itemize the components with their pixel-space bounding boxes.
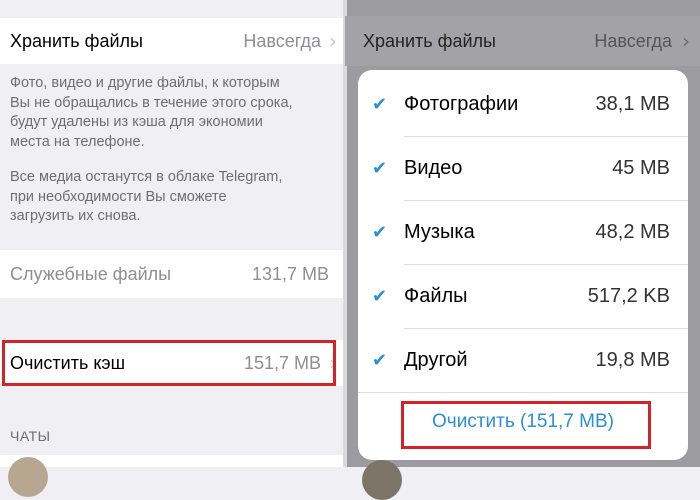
cache-description-2: Все медиа останутся в облаке Telegram, п… [10,169,283,224]
clear-cache-sheet: ✔ Фотографии 38,1 MB ✔ Видео 45 MB ✔ Муз… [358,70,688,460]
option-label: Другой [404,348,468,371]
clear-cache-value: 151,7 MB [243,352,321,373]
option-label: Видео [404,156,463,179]
option-separator [358,392,688,393]
option-other[interactable]: ✔ Другой 19,8 MB [358,328,688,392]
keep-files-value: Навсегда [594,30,672,51]
chevron-right-icon: › [329,351,337,375]
service-files-value: 131,7 MB [251,263,329,284]
keep-files-label: Хранить файлы [363,30,496,51]
option-size: 48,2 MB [595,220,670,243]
checkmark-icon: ✔ [372,349,388,371]
option-size: 19,8 MB [595,348,670,371]
option-label: Файлы [404,284,468,307]
option-music[interactable]: ✔ Музыка 48,2 MB [358,200,688,264]
chevron-right-icon: › [329,29,337,53]
checkmark-icon: ✔ [372,221,388,243]
avatar [8,457,48,497]
left-pane [0,0,345,467]
chats-section-header: ЧАТЫ [10,428,51,444]
option-video[interactable]: ✔ Видео 45 MB [358,136,688,200]
avatar [362,460,402,500]
option-photos[interactable]: ✔ Фотографии 38,1 MB [358,72,688,136]
clear-button[interactable]: Очистить (151,7 MB) [358,411,688,433]
keep-files-label: Хранить файлы [10,30,143,51]
cache-description-1: Фото, видео и другие файлы, к которым Вы… [10,75,293,150]
option-label: Музыка [404,220,475,243]
clear-cache-row[interactable]: Очистить кэш 151,7 MB › [0,340,345,386]
checkmark-icon: ✔ [372,93,388,115]
checkmark-icon: ✔ [372,157,388,179]
service-files-row: Служебные файлы 131,7 MB [0,250,345,298]
service-files-label: Служебные файлы [10,263,172,284]
option-size: 38,1 MB [595,92,670,115]
divider [343,0,347,467]
keep-files-row[interactable]: Хранить файлы Навсегда › [0,18,345,64]
option-files[interactable]: ✔ Файлы 517,2 KB [358,264,688,328]
keep-files-value: Навсегда [243,30,321,51]
keep-files-row-dimmed: Хранить файлы Навсегда › [345,16,700,66]
option-size: 45 MB [612,156,670,179]
option-size: 517,2 KB [587,284,670,307]
chevron-right-icon: › [682,29,690,53]
clear-cache-label: Очистить кэш [10,352,126,373]
checkmark-icon: ✔ [372,285,388,307]
chat-list-row[interactable] [0,455,345,467]
option-label: Фотографии [404,92,519,115]
